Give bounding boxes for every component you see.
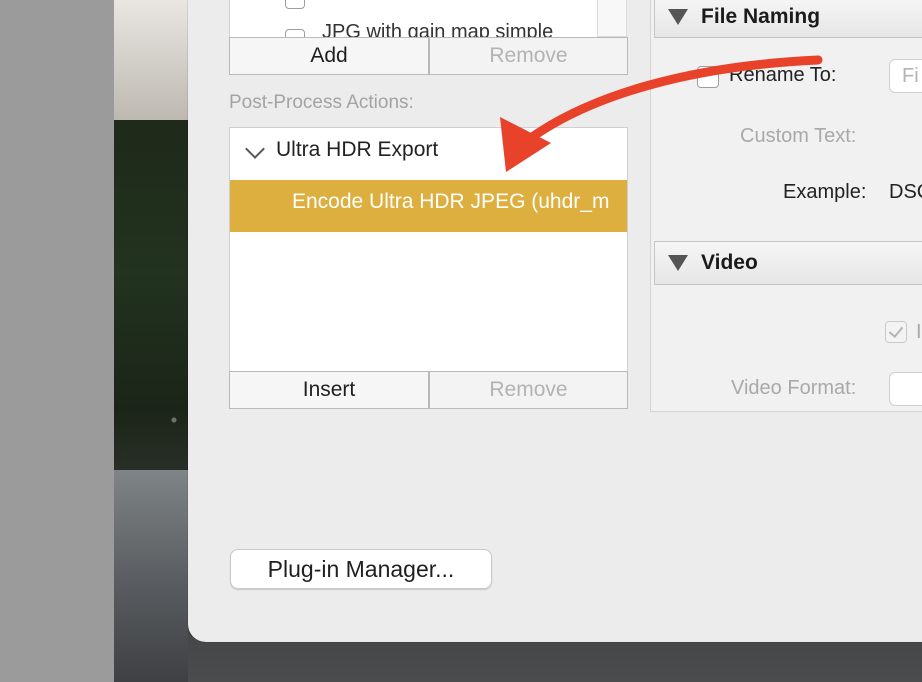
background-left	[0, 0, 114, 682]
custom-text-label: Custom Text:	[740, 125, 857, 147]
file-naming-title: File Naming	[701, 5, 821, 28]
remove-preset-button[interactable]: Remove	[429, 37, 628, 75]
file-naming-header[interactable]: File Naming	[654, 0, 922, 38]
disclosure-triangle-icon	[668, 255, 688, 271]
chevron-down-icon[interactable]	[245, 139, 265, 159]
example-label: Example:	[783, 181, 867, 203]
rename-label: Rename To:	[729, 64, 837, 86]
example-value: DSC	[889, 181, 922, 203]
post-process-label: Post-Process Actions:	[229, 92, 414, 113]
post-process-group-label[interactable]: Ultra HDR Export	[276, 138, 438, 162]
remove-action-button[interactable]: Remove	[429, 371, 628, 409]
video-title: Video	[701, 251, 758, 274]
video-format-select[interactable]	[889, 372, 922, 406]
add-button[interactable]: Add	[229, 37, 429, 75]
preset-list-scrollbar[interactable]	[597, 0, 627, 37]
preset-checkbox-top[interactable]	[285, 0, 305, 9]
rename-select[interactable]: Fi	[889, 59, 922, 93]
include-video-label: I	[916, 321, 922, 343]
settings-panel	[650, 0, 922, 412]
insert-button[interactable]: Insert	[229, 371, 429, 409]
disclosure-triangle-icon	[668, 9, 688, 25]
post-process-buttons: Insert Remove	[229, 371, 628, 409]
video-header[interactable]: Video	[654, 241, 922, 285]
post-process-list[interactable]: Ultra HDR Export Encode Ultra HDR JPEG (…	[229, 127, 628, 372]
preset-buttons: Add Remove	[229, 37, 628, 75]
checkmark-icon	[888, 322, 904, 339]
preset-list[interactable]: JPG with gain map simple	[229, 0, 599, 39]
plugin-manager-button[interactable]: Plug-in Manager...	[230, 549, 492, 589]
post-process-action-item[interactable]: Encode Ultra HDR JPEG (uhdr_m	[230, 180, 627, 232]
include-video-checkbox[interactable]	[885, 321, 907, 343]
rename-checkbox[interactable]	[697, 66, 719, 88]
post-process-action-label: Encode Ultra HDR JPEG (uhdr_m	[292, 190, 610, 213]
video-format-label: Video Format:	[731, 377, 857, 399]
